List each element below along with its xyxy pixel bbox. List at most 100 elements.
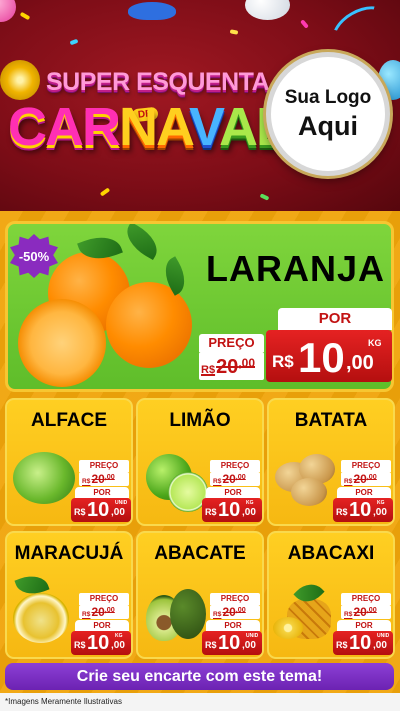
streamer-decoration: [54, 0, 126, 30]
card-old-price: R$20,00: [213, 605, 246, 619]
featured-new-dec: ,00: [346, 352, 374, 374]
card-old-price: R$20,00: [344, 472, 377, 486]
card-por-label: POR: [337, 620, 391, 631]
card-unit: UNID: [246, 633, 259, 639]
card-preco-label: PREÇO: [341, 460, 391, 472]
product-name: ABACAXI: [287, 543, 375, 564]
confetti-decoration: [229, 29, 239, 35]
card-old-dec: ,00: [366, 472, 377, 481]
product-name: MARACUJÁ: [14, 543, 124, 564]
avocado-image: [170, 589, 206, 639]
disclaimer-text: *Imagens Meramente Ilustrativas: [5, 697, 122, 706]
title-part-1: CAR: [8, 97, 121, 157]
card-old-int: 20: [222, 472, 236, 486]
logo-text-line-2: Aqui: [298, 110, 358, 141]
card-old-int: 20: [353, 605, 367, 619]
featured-old-dec: ,00: [238, 356, 255, 370]
card-por-label: POR: [206, 620, 260, 631]
orange-slice-image: [18, 299, 106, 387]
card-old-int: 20: [91, 605, 105, 619]
product-name: ALFACE: [31, 410, 107, 431]
featured-preco-label: PREÇO: [199, 334, 264, 352]
card-new-int: 10: [349, 632, 372, 654]
card-por-label: POR: [337, 487, 391, 498]
card-new-price: R$ 10 ,00 UNID: [202, 631, 262, 655]
featured-old-int: 20: [216, 356, 239, 378]
card-unit: UNID: [377, 633, 390, 639]
card-por-label: POR: [75, 620, 129, 631]
card-old-currency: R$: [344, 478, 353, 485]
header-banner: SUPER ESQUENTA DE CARNAVAL Sua Logo Aqui: [0, 0, 400, 215]
card-new-dec: ,00: [373, 640, 387, 651]
product-name: ABACATE: [154, 543, 246, 564]
carnival-mask-icon: [128, 2, 176, 20]
card-new-price: R$ 10 ,00 KG: [333, 498, 393, 522]
featured-por-label: POR: [278, 308, 392, 330]
balloon-decoration: [245, 0, 290, 20]
card-preco-label: PREÇO: [210, 593, 260, 605]
confetti-decoration: [259, 193, 270, 201]
orange-image: [106, 282, 192, 368]
card-unit: KG: [246, 500, 254, 506]
confetti-decoration: [300, 19, 309, 29]
card-unit: KG: [115, 633, 123, 639]
card-new-int: 10: [218, 499, 241, 521]
card-preco-label: PREÇO: [79, 593, 129, 605]
card-new-dec: ,00: [111, 640, 125, 651]
card-new-dec: ,00: [242, 640, 256, 651]
card-preco-label: PREÇO: [341, 593, 391, 605]
card-old-dec: ,00: [235, 472, 246, 481]
flyer: SUPER ESQUENTA DE CARNAVAL Sua Logo Aqui…: [0, 0, 400, 711]
card-old-dec: ,00: [104, 472, 115, 481]
card-new-dec: ,00: [242, 507, 256, 518]
featured-product-name: LARANJA: [206, 248, 386, 289]
card-old-dec: ,00: [235, 605, 246, 614]
balloon-decoration: [0, 0, 16, 22]
logo-placeholder[interactable]: Sua Logo Aqui: [266, 52, 390, 176]
potato-image: [291, 478, 327, 506]
leaf-image: [120, 224, 164, 261]
title-line-2: CARNAVAL: [8, 96, 289, 158]
featured-new-int: 10: [298, 334, 345, 381]
card-old-int: 20: [353, 472, 367, 486]
card-new-int: 10: [87, 499, 110, 521]
card-new-currency: R$: [205, 640, 217, 650]
card-old-int: 20: [91, 472, 105, 486]
card-old-int: 20: [222, 605, 236, 619]
card-old-dec: ,00: [104, 605, 115, 614]
card-new-currency: R$: [205, 507, 217, 517]
card-old-dec: ,00: [366, 605, 377, 614]
title-part-3: V: [189, 97, 221, 157]
card-new-int: 10: [349, 499, 372, 521]
confetti-decoration: [69, 38, 79, 46]
featured-new-currency: R$: [272, 352, 294, 371]
card-old-currency: R$: [213, 478, 222, 485]
product-name: BATATA: [294, 410, 368, 431]
card-preco-label: PREÇO: [79, 460, 129, 472]
card-old-price: R$20,00: [213, 472, 246, 486]
featured-unit: KG: [368, 338, 382, 348]
card-old-currency: R$: [82, 478, 91, 485]
card-new-price: R$ 10 ,00 UNID: [333, 631, 393, 655]
featured-old-price: R$20,00: [201, 356, 255, 379]
card-unit: UNID: [115, 500, 128, 506]
title-line-1: SUPER ESQUENTA: [46, 68, 270, 96]
card-new-currency: R$: [74, 507, 86, 517]
card-old-price: R$20,00: [344, 605, 377, 619]
streamer-decoration: [325, 0, 395, 59]
card-unit: KG: [377, 500, 385, 506]
card-new-int: 10: [87, 632, 110, 654]
card-new-currency: R$: [336, 507, 348, 517]
carnival-title: SUPER ESQUENTA DE CARNAVAL: [8, 66, 289, 176]
pineapple-slice-image: [273, 617, 303, 639]
product-name: LIMÃO: [169, 410, 231, 431]
card-new-price: R$ 10 ,00 UNID: [71, 498, 131, 522]
card-new-currency: R$: [74, 640, 86, 650]
card-new-price: R$ 10 ,00 KG: [71, 631, 131, 655]
logo-text-line-1: Sua Logo: [284, 86, 372, 108]
confetti-decoration: [99, 187, 111, 197]
create-flyer-button[interactable]: Crie seu encarte com este tema!: [5, 663, 394, 690]
confetti-decoration: [19, 11, 31, 21]
card-old-price: R$20,00: [82, 605, 115, 619]
card-new-price: R$ 10 ,00 KG: [202, 498, 262, 522]
